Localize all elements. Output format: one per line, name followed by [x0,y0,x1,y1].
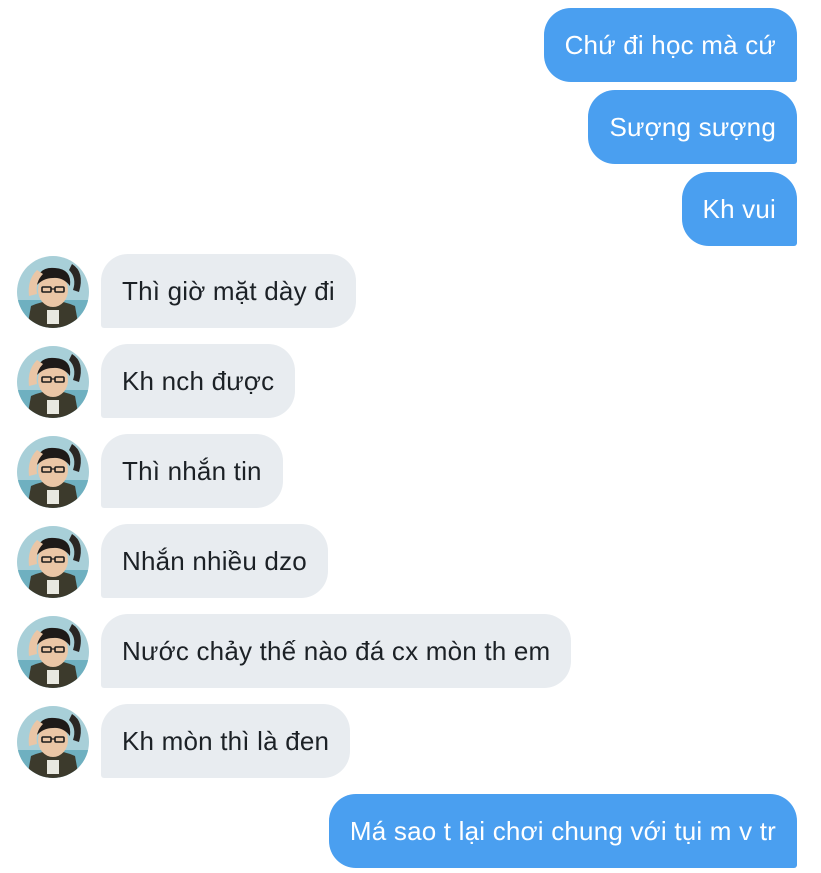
message-bubble-incoming[interactable]: Nước chảy thế nào đá cx mòn th em [101,614,572,688]
friend-avatar-icon[interactable] [17,616,89,688]
message-bubble-incoming[interactable]: Thì nhắn tin [101,434,283,508]
friend-avatar-icon[interactable] [17,346,89,418]
message-bubble-outgoing[interactable]: Má sao t lại chơi chung với tụi m v tr [328,794,797,868]
message-bubble-outgoing[interactable]: Sượng sượng [588,90,797,164]
friend-avatar-icon[interactable] [17,706,89,778]
message-bubble-incoming[interactable]: Nhắn nhiều dzo [101,524,328,598]
message-bubble-outgoing[interactable]: Chứ đi học mà cứ [543,8,797,82]
message-bubble-outgoing[interactable]: Kh vui [681,172,797,246]
friend-avatar-icon[interactable] [17,256,89,328]
friend-avatar-icon[interactable] [17,436,89,508]
friend-avatar-icon[interactable] [17,526,89,598]
message-bubble-incoming[interactable]: Thì giờ mặt dày đi [101,254,356,328]
message-bubble-incoming[interactable]: Kh nch được [101,344,296,418]
message-bubble-incoming[interactable]: Kh mòn thì là đen [101,704,351,778]
